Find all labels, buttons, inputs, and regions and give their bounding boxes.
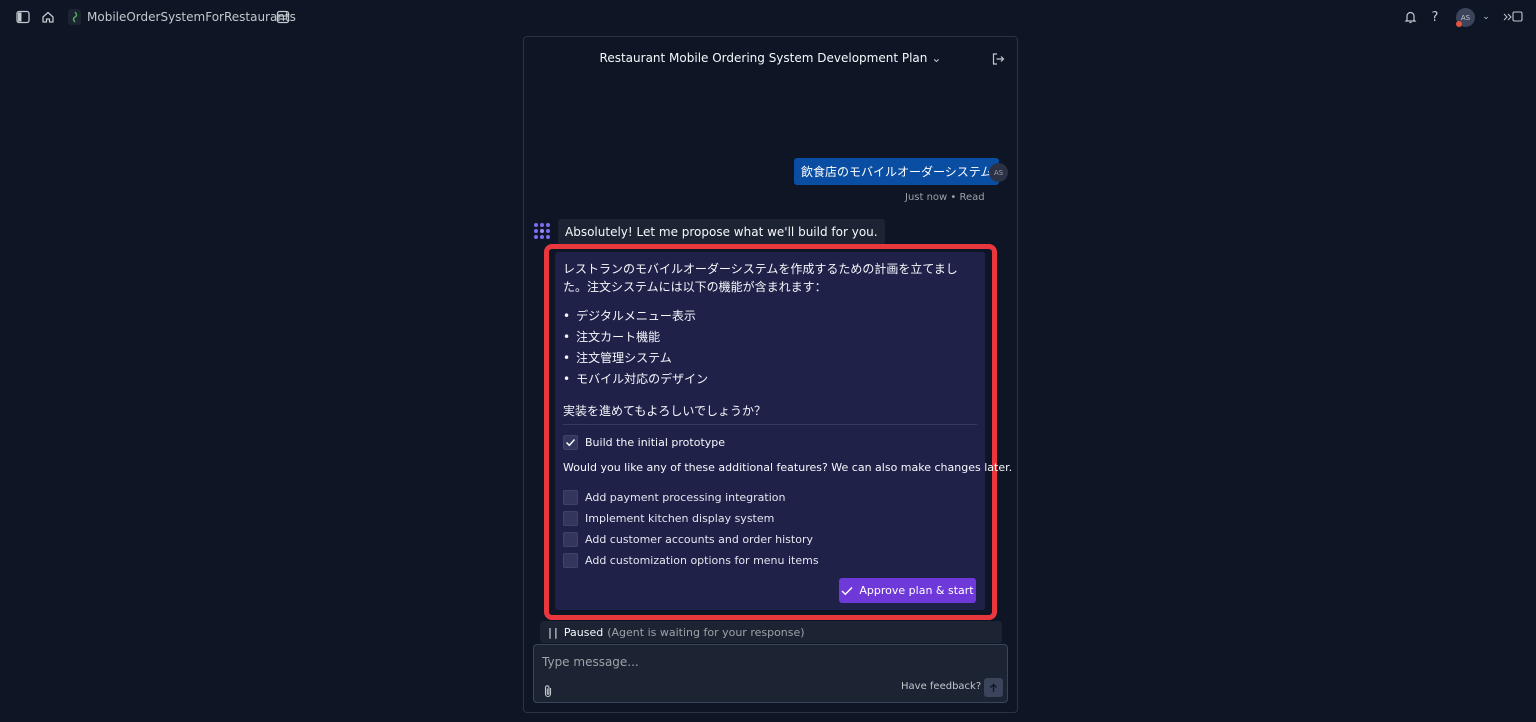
send-button[interactable] xyxy=(984,678,1003,697)
project-name[interactable]: MobileOrderSystemForRestaurants xyxy=(87,10,296,24)
feature-checkbox-row[interactable]: Add customization options for menu items xyxy=(563,551,819,569)
divider xyxy=(563,424,977,425)
chevron-down-icon[interactable]: ⌄ xyxy=(1478,9,1494,25)
check-icon xyxy=(566,438,576,446)
plan-feature-list: デジタルメニュー表示 注文カート機能 注文管理システム モバイル対応のデザイン xyxy=(563,306,708,390)
plan-intro: レストランのモバイルオーダーシステムを作成するための計画を立てました。注文システ… xyxy=(563,262,958,294)
avatar: AS xyxy=(989,163,1008,182)
list-item: デジタルメニュー表示 xyxy=(563,306,708,327)
feature-checkbox[interactable] xyxy=(563,510,578,526)
approve-plan-button[interactable]: Approve plan & start xyxy=(839,578,976,603)
feature-label: Add customer accounts and order history xyxy=(585,532,813,546)
chevron-down-icon: ⌄ xyxy=(931,51,942,65)
help-icon[interactable]: ? xyxy=(1427,9,1443,25)
plan-question: 実装を進めてもよろしいでしょうか？ xyxy=(563,404,767,418)
feature-label: Add customization options for menu items xyxy=(585,553,819,567)
layout-icon[interactable] xyxy=(275,9,291,25)
feature-checkbox[interactable] xyxy=(563,489,578,505)
arrow-up-icon xyxy=(990,683,997,692)
sidebar-toggle-icon[interactable] xyxy=(15,9,31,25)
top-bar: MobileOrderSystemForRestaurants ? AS ⌄ xyxy=(0,0,1536,34)
message-composer: Have feedback? xyxy=(533,644,1008,703)
feature-checkbox-row[interactable]: Implement kitchen display system xyxy=(563,509,774,527)
message-meta: Just now • Read xyxy=(905,192,985,203)
status-label: Paused xyxy=(563,625,604,639)
panel-title[interactable]: Restaurant Mobile Ordering System Develo… xyxy=(524,51,1017,65)
bell-icon[interactable] xyxy=(1402,9,1418,25)
feature-label: Add payment processing integration xyxy=(585,490,786,504)
agent-logo-icon xyxy=(533,222,551,240)
status-bar: | | Paused (Agent is waiting for your re… xyxy=(540,621,1002,643)
paperclip-icon[interactable] xyxy=(542,683,554,698)
feature-checkbox[interactable] xyxy=(563,531,578,547)
panel-title-text: Restaurant Mobile Ordering System Develo… xyxy=(599,51,928,65)
feature-label: Implement kitchen display system xyxy=(585,511,775,525)
prototype-label: Build the initial prototype xyxy=(585,435,726,449)
feature-checkbox[interactable] xyxy=(563,552,578,568)
message-input[interactable] xyxy=(542,653,982,671)
list-item: 注文管理システム xyxy=(563,348,708,369)
project-logo-icon xyxy=(68,9,81,25)
list-item: モバイル対応のデザイン xyxy=(563,369,708,390)
feature-checkbox-row[interactable]: Add customer accounts and order history xyxy=(563,530,813,548)
list-item: 注文カート機能 xyxy=(563,327,708,348)
feature-checkbox-row[interactable]: Add payment processing integration xyxy=(563,488,786,506)
status-sub: (Agent is waiting for your response) xyxy=(607,625,805,639)
user-message-bubble: 飲食店のモバイルオーダーシステム xyxy=(794,158,1000,185)
chat-panel: Restaurant Mobile Ordering System Develo… xyxy=(523,36,1018,713)
features-question: Would you like any of these additional f… xyxy=(563,461,1013,474)
status-dot xyxy=(1456,21,1462,27)
home-icon[interactable] xyxy=(40,9,56,25)
expand-panel-icon[interactable] xyxy=(1502,9,1524,25)
agent-message: Absolutely! Let me propose what we'll bu… xyxy=(558,219,885,245)
plan-card: レストランのモバイルオーダーシステムを作成するための計画を立てました。注文システ… xyxy=(555,252,1012,610)
prototype-checkbox[interactable] xyxy=(563,434,578,450)
prototype-checkbox-row[interactable]: Build the initial prototype xyxy=(563,433,725,451)
feedback-link[interactable]: Have feedback? xyxy=(901,681,981,692)
approve-plan-label: Approve plan & start xyxy=(859,584,974,597)
pause-icon: | | xyxy=(548,625,558,639)
check-icon xyxy=(841,586,853,595)
exit-icon[interactable] xyxy=(991,51,1005,65)
